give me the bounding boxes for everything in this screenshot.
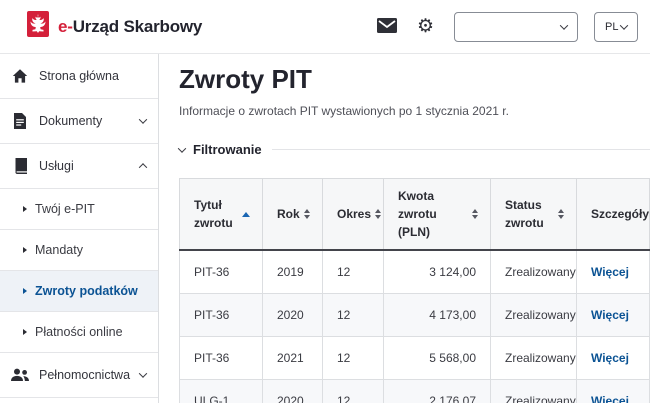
brand-title: e-Urząd Skarbowy bbox=[58, 17, 202, 37]
page-title: Zwroty PIT bbox=[179, 64, 650, 95]
brand-name: Urząd Skarbowy bbox=[73, 17, 202, 36]
sidebar-item-dokumenty[interactable]: Dokumenty bbox=[0, 99, 158, 144]
cell-okres: 12 bbox=[323, 379, 384, 403]
cell-rok: 2019 bbox=[263, 250, 323, 293]
details-link[interactable]: Więcej bbox=[591, 308, 629, 322]
sidebar-item-platnosci-online[interactable]: Płatności online bbox=[0, 312, 158, 353]
sort-icon[interactable] bbox=[472, 209, 482, 219]
cell-rok: 2021 bbox=[263, 336, 323, 379]
e-urzad-skarbowy-app: e-Urząd Skarbowy ⚙ PL bbox=[0, 0, 650, 403]
chevron-down-icon bbox=[178, 144, 186, 152]
column-label: Status zwrotu bbox=[505, 196, 554, 232]
cell-tytul: PIT-36 bbox=[180, 336, 263, 379]
refunds-table: Tytuł zwrotu Rok Okres bbox=[179, 178, 650, 403]
cell-kwota: 5 568,00 bbox=[384, 336, 491, 379]
cell-tytul: PIT-36 bbox=[180, 250, 263, 293]
column-header-rok[interactable]: Rok bbox=[263, 179, 323, 251]
gear-icon: ⚙ bbox=[417, 17, 434, 36]
column-header-tytul-zwrotu[interactable]: Tytuł zwrotu bbox=[180, 179, 263, 251]
top-bar: e-Urząd Skarbowy ⚙ PL bbox=[0, 0, 650, 54]
cell-status: Zrealizowany bbox=[491, 293, 577, 336]
sidebar-item-label: Usługi bbox=[39, 159, 74, 173]
sidebar-item-label: Twój e-PIT bbox=[35, 202, 95, 216]
filter-toggle[interactable]: Filtrowanie bbox=[179, 142, 650, 157]
cell-okres: 12 bbox=[323, 293, 384, 336]
chevron-down-icon bbox=[139, 115, 147, 123]
chevron-down-icon bbox=[139, 369, 147, 377]
sidebar-item-uslugi[interactable]: Usługi bbox=[0, 144, 158, 189]
sidebar-item-label: Strona główna bbox=[39, 69, 119, 83]
sidebar-item-label: Dokumenty bbox=[39, 114, 102, 128]
mail-icon bbox=[377, 18, 397, 36]
sort-icon[interactable] bbox=[375, 209, 385, 219]
triangle-bullet-icon bbox=[23, 288, 27, 294]
table-row: PIT-36 2020 12 4 173,00 Zrealizowany Wię… bbox=[180, 293, 650, 336]
column-header-status-zwrotu[interactable]: Status zwrotu bbox=[491, 179, 577, 251]
account-dropdown[interactable] bbox=[454, 12, 578, 42]
brand-prefix: e- bbox=[58, 17, 73, 36]
table-row: PIT-36 2019 12 3 124,00 Zrealizowany Wię… bbox=[180, 250, 650, 293]
sidebar-item-pelnomocnictwa[interactable]: Pełnomocnictwa bbox=[0, 353, 158, 398]
home-icon bbox=[11, 68, 29, 84]
column-header-okres[interactable]: Okres bbox=[323, 179, 384, 251]
language-dropdown[interactable]: PL bbox=[594, 12, 638, 42]
chevron-down-icon bbox=[560, 21, 568, 29]
column-header-szczegoly: Szczegóły bbox=[577, 179, 650, 251]
triangle-bullet-icon bbox=[23, 329, 27, 335]
column-label: Szczegóły bbox=[591, 205, 649, 223]
cell-kwota: 4 173,00 bbox=[384, 293, 491, 336]
sidebar-item-twoj-e-pit[interactable]: Twój e-PIT bbox=[0, 189, 158, 230]
sidebar-item-label: Płatności online bbox=[35, 325, 123, 339]
main-content: Zwroty PIT Informacje o zwrotach PIT wys… bbox=[159, 54, 650, 403]
sidebar-item-label: Mandaty bbox=[35, 243, 83, 257]
table-header-row: Tytuł zwrotu Rok Okres bbox=[180, 179, 650, 251]
details-link[interactable]: Więcej bbox=[591, 265, 629, 279]
chevron-down-icon bbox=[620, 21, 628, 29]
sort-icon[interactable] bbox=[558, 209, 568, 219]
sidebar: Strona główna Dokumenty Usługi Twój e-PI… bbox=[0, 54, 159, 403]
column-label: Okres bbox=[337, 205, 371, 223]
chevron-up-icon bbox=[139, 163, 147, 171]
brand-logo[interactable]: e-Urząd Skarbowy bbox=[27, 11, 202, 42]
cell-kwota: 3 124,00 bbox=[384, 250, 491, 293]
column-label: Kwota zwrotu (PLN) bbox=[398, 187, 468, 241]
top-bar-actions: ⚙ PL bbox=[377, 12, 638, 42]
cell-status: Zrealizowany bbox=[491, 250, 577, 293]
services-icon bbox=[11, 158, 29, 174]
cell-okres: 12 bbox=[323, 336, 384, 379]
cell-rok: 2020 bbox=[263, 293, 323, 336]
column-label: Rok bbox=[277, 205, 300, 223]
filter-label: Filtrowanie bbox=[193, 142, 262, 157]
divider bbox=[272, 149, 650, 150]
cell-rok: 2020 bbox=[263, 379, 323, 403]
page-subtitle: Informacje o zwrotach PIT wystawionych p… bbox=[179, 104, 650, 118]
sidebar-item-strona-glowna[interactable]: Strona główna bbox=[0, 54, 158, 99]
column-header-kwota-zwrotu[interactable]: Kwota zwrotu (PLN) bbox=[384, 179, 491, 251]
cell-okres: 12 bbox=[323, 250, 384, 293]
settings-button[interactable]: ⚙ bbox=[417, 17, 434, 36]
cell-kwota: 2 176,07 bbox=[384, 379, 491, 403]
sort-icon[interactable] bbox=[304, 209, 314, 219]
sort-asc-icon[interactable] bbox=[242, 212, 254, 217]
cell-status: Zrealizowany bbox=[491, 379, 577, 403]
details-link[interactable]: Więcej bbox=[591, 394, 629, 403]
cell-tytul: PIT-36 bbox=[180, 293, 263, 336]
table-row: PIT-36 2021 12 5 568,00 Zrealizowany Wię… bbox=[180, 336, 650, 379]
cell-status: Zrealizowany bbox=[491, 336, 577, 379]
sidebar-item-zwroty-podatkow[interactable]: Zwroty podatków bbox=[0, 271, 158, 312]
cell-tytul: ULG-1 bbox=[180, 379, 263, 403]
sidebar-item-label: Zwroty podatków bbox=[35, 284, 138, 298]
column-label: Tytuł zwrotu bbox=[194, 196, 238, 232]
sidebar-item-label: Pełnomocnictwa bbox=[39, 368, 130, 382]
people-icon bbox=[11, 368, 29, 382]
document-icon bbox=[11, 113, 29, 129]
details-link[interactable]: Więcej bbox=[591, 351, 629, 365]
sidebar-item-mandaty[interactable]: Mandaty bbox=[0, 230, 158, 271]
table-row: ULG-1 2020 12 2 176,07 Zrealizowany Więc… bbox=[180, 379, 650, 403]
triangle-bullet-icon bbox=[23, 247, 27, 253]
mail-button[interactable] bbox=[377, 18, 397, 36]
language-dropdown-value: PL bbox=[605, 21, 618, 33]
eagle-emblem-icon bbox=[27, 11, 49, 42]
triangle-bullet-icon bbox=[23, 206, 27, 212]
